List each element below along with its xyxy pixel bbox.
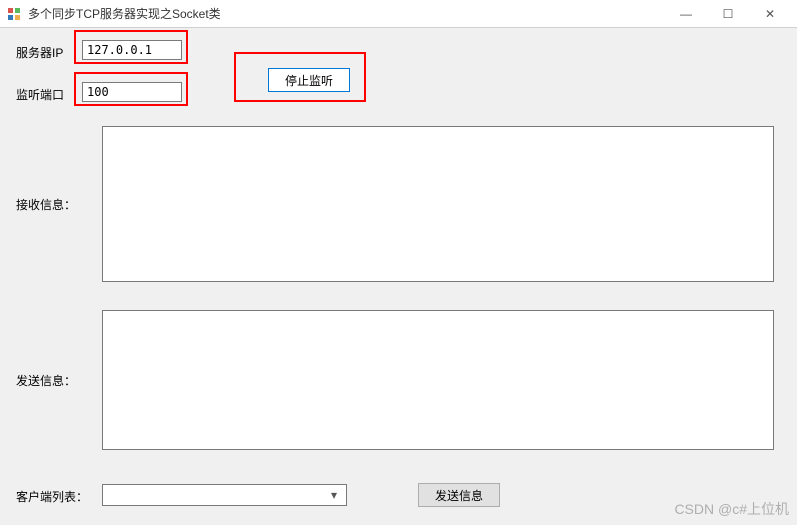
maximize-button[interactable]: ☐ — [707, 0, 749, 28]
client-area: 服务器IP 监听端口 停止监听 接收信息： 发送信息： 客户端列表： ▾ 发送信… — [0, 28, 797, 525]
listen-port-label: 监听端口 — [16, 86, 64, 103]
window-title: 多个同步TCP服务器实现之Socket类 — [28, 5, 665, 22]
client-list-combobox[interactable]: ▾ — [102, 484, 347, 506]
send-info-textarea[interactable] — [102, 310, 774, 450]
receive-info-textarea[interactable] — [102, 126, 774, 282]
server-ip-label: 服务器IP — [16, 44, 63, 61]
watermark: CSDN @c#上位机 — [674, 499, 789, 519]
minimize-button[interactable]: — — [665, 0, 707, 28]
send-info-button[interactable]: 发送信息 — [418, 483, 500, 507]
send-info-button-label: 发送信息 — [435, 487, 483, 504]
titlebar: 多个同步TCP服务器实现之Socket类 — ☐ ✕ — [0, 0, 797, 28]
receive-info-label: 接收信息： — [16, 196, 76, 213]
stop-listen-button[interactable]: 停止监听 — [268, 68, 350, 92]
window-controls: — ☐ ✕ — [665, 0, 791, 28]
listen-port-input[interactable] — [82, 82, 182, 102]
stop-listen-button-label: 停止监听 — [285, 72, 333, 89]
client-list-label: 客户端列表： — [16, 488, 88, 505]
server-ip-input[interactable] — [82, 40, 182, 60]
app-icon — [6, 6, 22, 22]
chevron-down-icon: ▾ — [326, 488, 342, 502]
send-info-label: 发送信息： — [16, 372, 76, 389]
close-button[interactable]: ✕ — [749, 0, 791, 28]
